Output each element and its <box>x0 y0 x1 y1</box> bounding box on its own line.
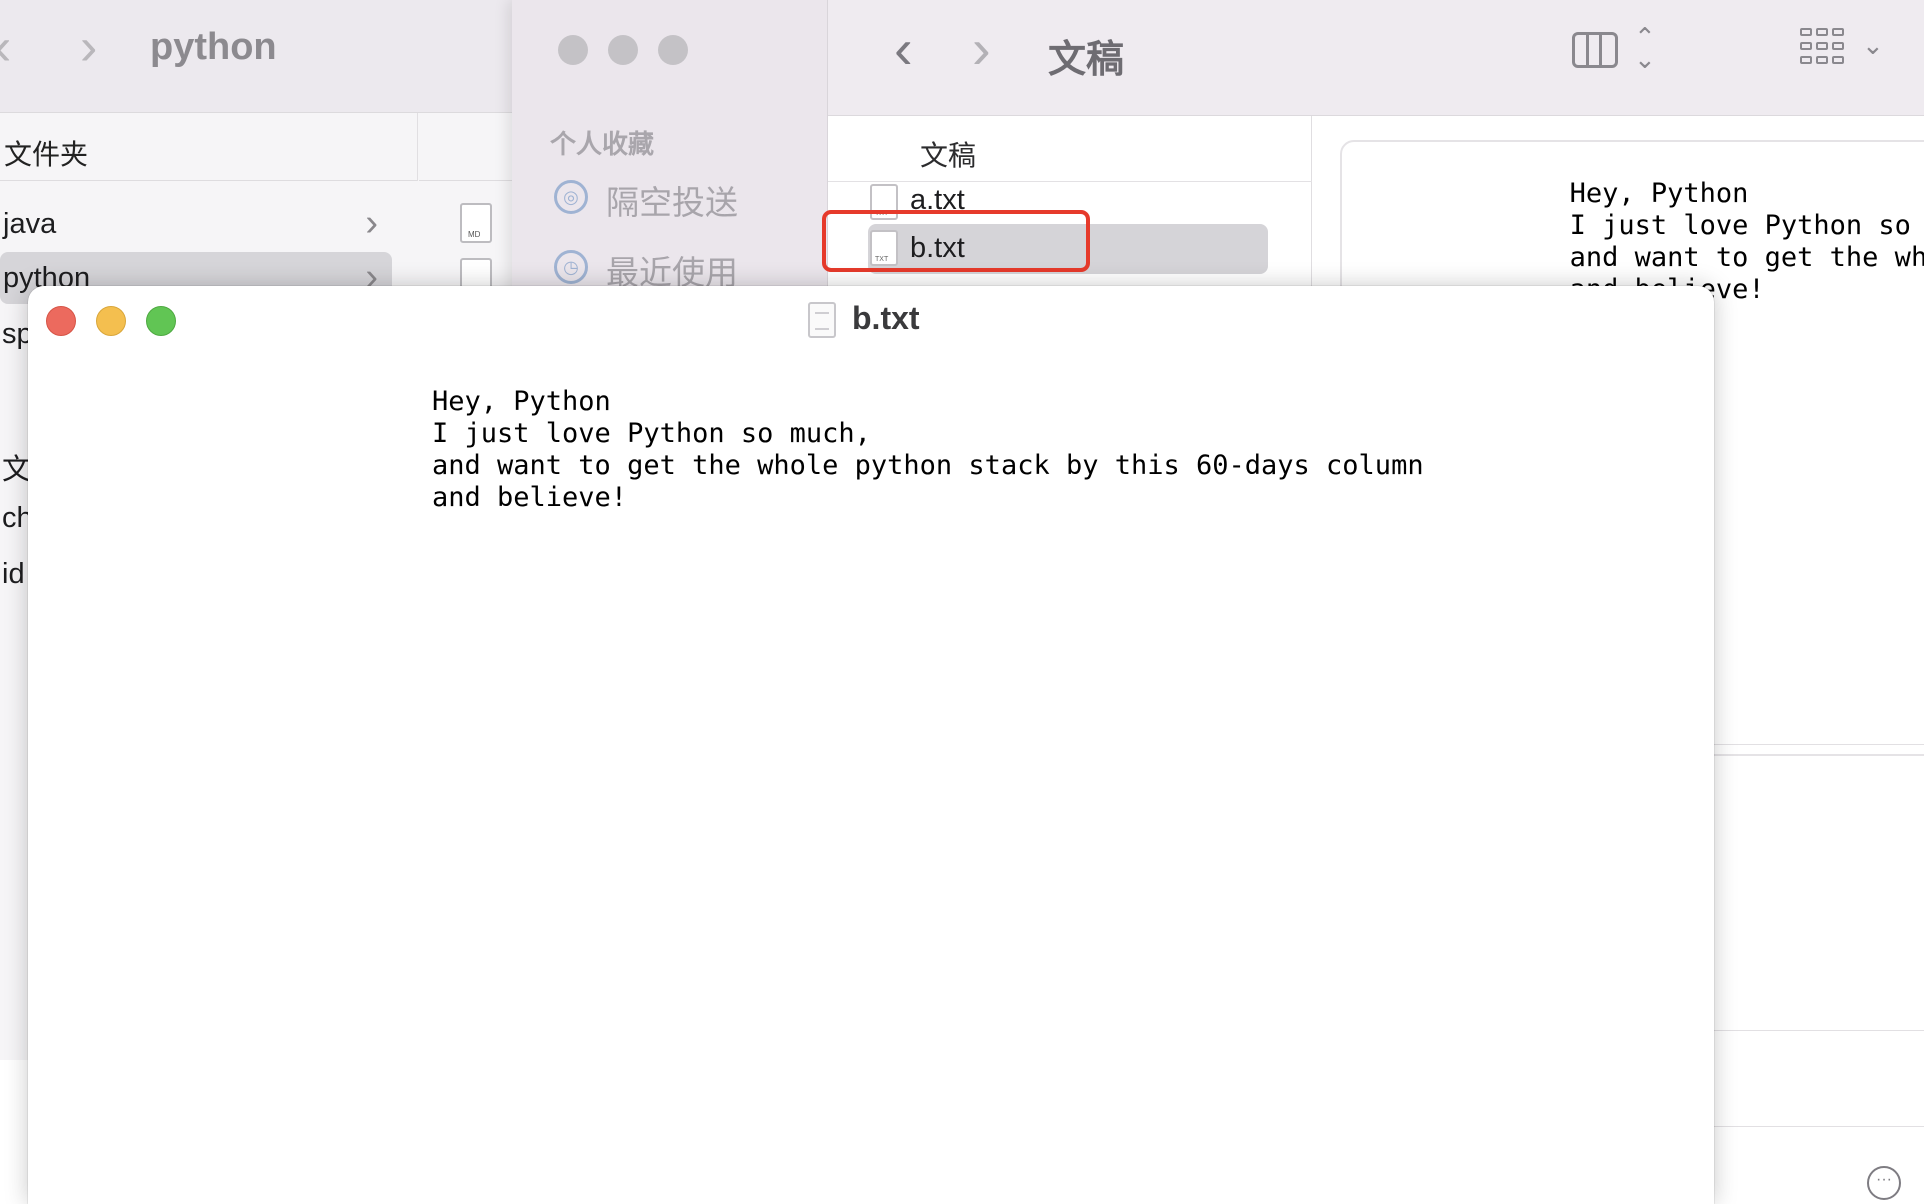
textedit-window: b.txt Hey, Python I just love Python so … <box>28 286 1714 1204</box>
annotation-highlight-box <box>822 210 1090 272</box>
forward-chevron-icon[interactable]: › <box>80 21 97 73</box>
column-header: 文件夹 <box>0 113 418 181</box>
finder-toolbar: ‹ › python <box>0 0 520 113</box>
finder-toolbar: ‹ › 文稿 ⌃ ⌄ ⌄ <box>828 0 1924 116</box>
chevron-right-icon <box>365 202 378 245</box>
partial-section-label: 文 <box>2 454 32 486</box>
window-titlebar[interactable]: b.txt <box>28 286 1714 352</box>
column-header-label: 文稿 <box>920 140 977 171</box>
chevron-down-icon[interactable]: ⌄ <box>1862 30 1884 61</box>
back-chevron-icon[interactable]: ‹ <box>894 21 913 77</box>
sidebar-item-label: 隔空投送 <box>606 184 738 221</box>
forward-chevron-icon[interactable]: › <box>972 21 991 77</box>
document-icon <box>808 302 836 338</box>
close-button[interactable] <box>46 306 76 336</box>
document-text[interactable]: Hey, Python I just love Python so much, … <box>432 386 1424 514</box>
close-button-inactive[interactable] <box>558 35 588 65</box>
file-badge: MD <box>468 230 481 239</box>
clock-icon: ◷ <box>554 250 588 284</box>
group-grid-icon[interactable] <box>1800 26 1846 70</box>
file-icon[interactable] <box>460 258 492 286</box>
airdrop-icon: ◎ <box>554 180 588 214</box>
column-header-2 <box>419 113 520 181</box>
more-options-icon[interactable]: ··· <box>1867 1166 1901 1200</box>
window-title: b.txt <box>852 300 920 336</box>
partial-row-label[interactable]: id <box>2 558 25 591</box>
column-header-label: 文件夹 <box>4 139 89 170</box>
folder-label: java <box>3 208 57 240</box>
finder-title: 文稿 <box>1048 39 1125 81</box>
markdown-file-icon[interactable]: MD <box>460 203 492 243</box>
back-chevron-icon[interactable]: ‹ <box>0 21 11 73</box>
updown-chevron-icon[interactable]: ⌃ ⌄ <box>1634 24 1656 72</box>
column-view-icon[interactable] <box>1572 32 1618 68</box>
minimize-button[interactable] <box>96 306 126 336</box>
folder-row-java[interactable]: java <box>0 198 392 250</box>
maximize-button-inactive[interactable] <box>658 35 688 65</box>
maximize-button[interactable] <box>146 306 176 336</box>
finder-sidebar: 个人收藏 ◎ 隔空投送 ◷ 最近使用 <box>512 0 828 291</box>
finder-title: python <box>150 26 277 68</box>
minimize-button-inactive[interactable] <box>608 35 638 65</box>
sidebar-section-favorites: 个人收藏 <box>550 129 655 159</box>
column-header: 文稿 <box>828 116 1312 182</box>
